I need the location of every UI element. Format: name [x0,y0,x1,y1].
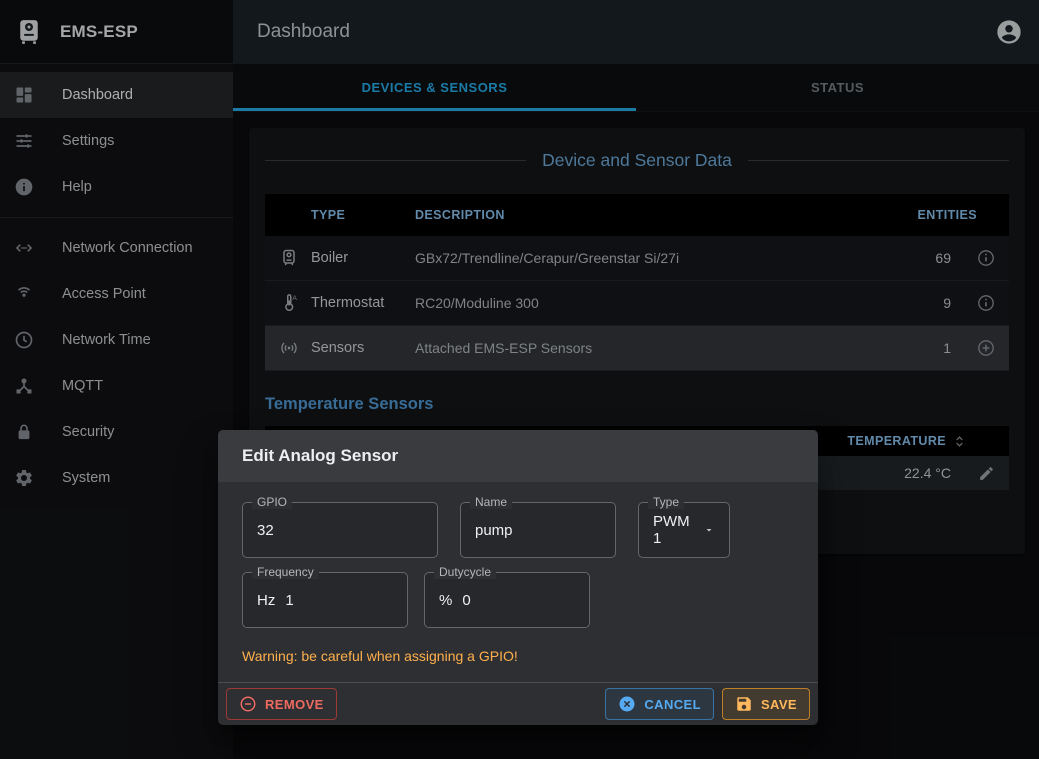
save-button-label: SAVE [761,697,797,712]
field-row-1: GPIO Name Type PWM 1 [242,502,794,558]
save-button[interactable]: SAVE [722,688,810,720]
cancel-circle-icon [618,695,636,713]
gpio-field[interactable]: GPIO [242,502,438,558]
dialog-body: GPIO Name Type PWM 1 Frequency Hz [218,482,818,682]
remove-button[interactable]: REMOVE [226,688,337,720]
remove-button-label: REMOVE [265,697,324,712]
cancel-button[interactable]: CANCEL [605,688,714,720]
app-root: EMS-ESP Dashboard Settings Help Network … [0,0,1039,759]
type-field-label: Type [648,495,684,509]
dutycycle-unit-adornment: % [439,592,452,609]
frequency-input[interactable] [285,592,393,609]
dialog-actions: REMOVE CANCEL SAVE [218,682,818,725]
type-select[interactable]: Type PWM 1 [638,502,730,558]
gpio-warning-text: Warning: be careful when assigning a GPI… [242,648,794,664]
field-row-2: Frequency Hz Dutycycle % [242,572,794,628]
frequency-unit-adornment: Hz [257,592,275,609]
name-input[interactable] [475,522,601,539]
gpio-input[interactable] [257,522,423,539]
frequency-field-label: Frequency [252,565,319,579]
frequency-field[interactable]: Frequency Hz [242,572,408,628]
cancel-button-label: CANCEL [644,697,701,712]
name-field-label: Name [470,495,512,509]
dutycycle-input[interactable] [462,592,575,609]
name-field[interactable]: Name [460,502,616,558]
chevron-down-icon [703,524,715,536]
edit-analog-sensor-dialog: Edit Analog Sensor GPIO Name Type PWM 1 [218,430,818,725]
gpio-field-label: GPIO [252,495,292,509]
remove-circle-icon [239,695,257,713]
type-select-value: PWM 1 [653,513,699,547]
dutycycle-field-label: Dutycycle [434,565,496,579]
dialog-title: Edit Analog Sensor [218,430,818,482]
save-floppy-icon [735,695,753,713]
dutycycle-field[interactable]: Dutycycle % [424,572,590,628]
